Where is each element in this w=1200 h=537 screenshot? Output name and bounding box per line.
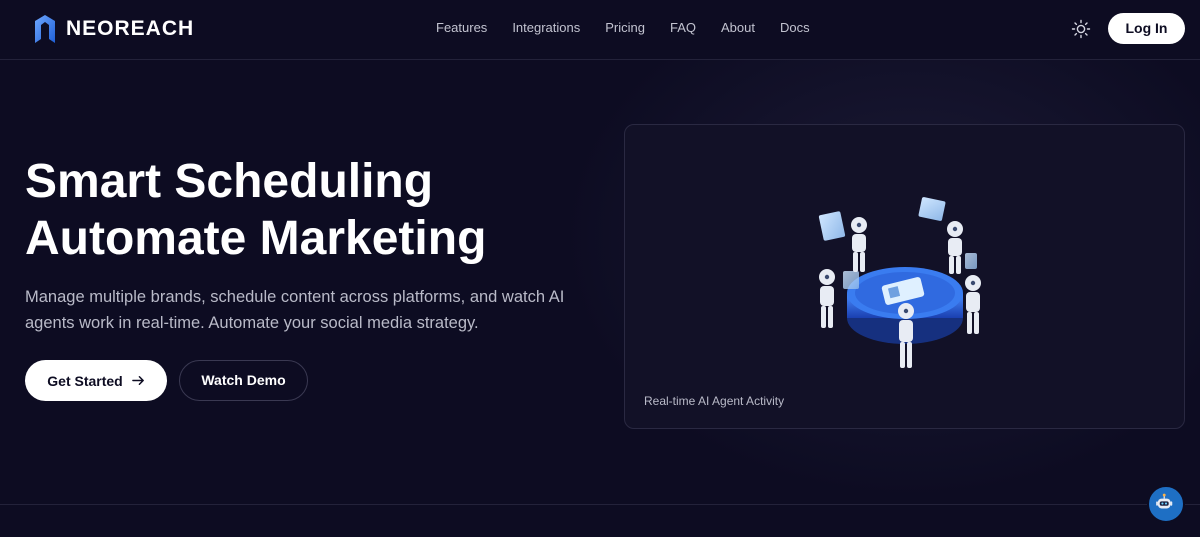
chat-widget-button[interactable] — [1147, 485, 1185, 523]
site-header: NEOREACH Features Integrations Pricing F… — [0, 0, 1200, 60]
ai-robots-illustration — [818, 197, 981, 368]
neoreach-logo-icon — [35, 15, 55, 43]
brand-logo[interactable]: NEOREACH — [34, 14, 194, 44]
nav-item-integrations[interactable]: Integrations — [512, 20, 580, 36]
get-started-label: Get Started — [47, 372, 123, 389]
hero-title: Smart Scheduling Automate Marketing — [25, 153, 585, 267]
section-divider — [0, 504, 1200, 505]
get-started-button[interactable]: Get Started — [25, 360, 167, 401]
nav-item-docs[interactable]: Docs — [780, 20, 810, 36]
robot-chat-icon — [1156, 493, 1173, 509]
watch-demo-button[interactable]: Watch Demo — [179, 360, 308, 401]
brand-name: NEOREACH — [66, 17, 195, 40]
arrow-right-icon — [131, 376, 144, 385]
nav-item-pricing[interactable]: Pricing — [605, 20, 645, 36]
nav-item-about[interactable]: About — [721, 20, 755, 36]
nav-item-features[interactable]: Features — [436, 20, 487, 36]
hero-description: Manage multiple brands, schedule content… — [25, 288, 565, 332]
activity-caption: Real-time AI Agent Activity — [644, 394, 785, 408]
nav-item-faq[interactable]: FAQ — [670, 20, 696, 36]
main-nav: Features Integrations Pricing FAQ About … — [436, 20, 835, 36]
hero-title-line-2: Automate Marketing — [25, 212, 487, 265]
hero-title-line-1: Smart Scheduling — [25, 155, 434, 208]
login-button[interactable]: Log In — [1108, 13, 1185, 44]
agent-activity-card: Real-time AI Agent Activity — [624, 124, 1185, 429]
sun-icon[interactable] — [1071, 19, 1091, 39]
